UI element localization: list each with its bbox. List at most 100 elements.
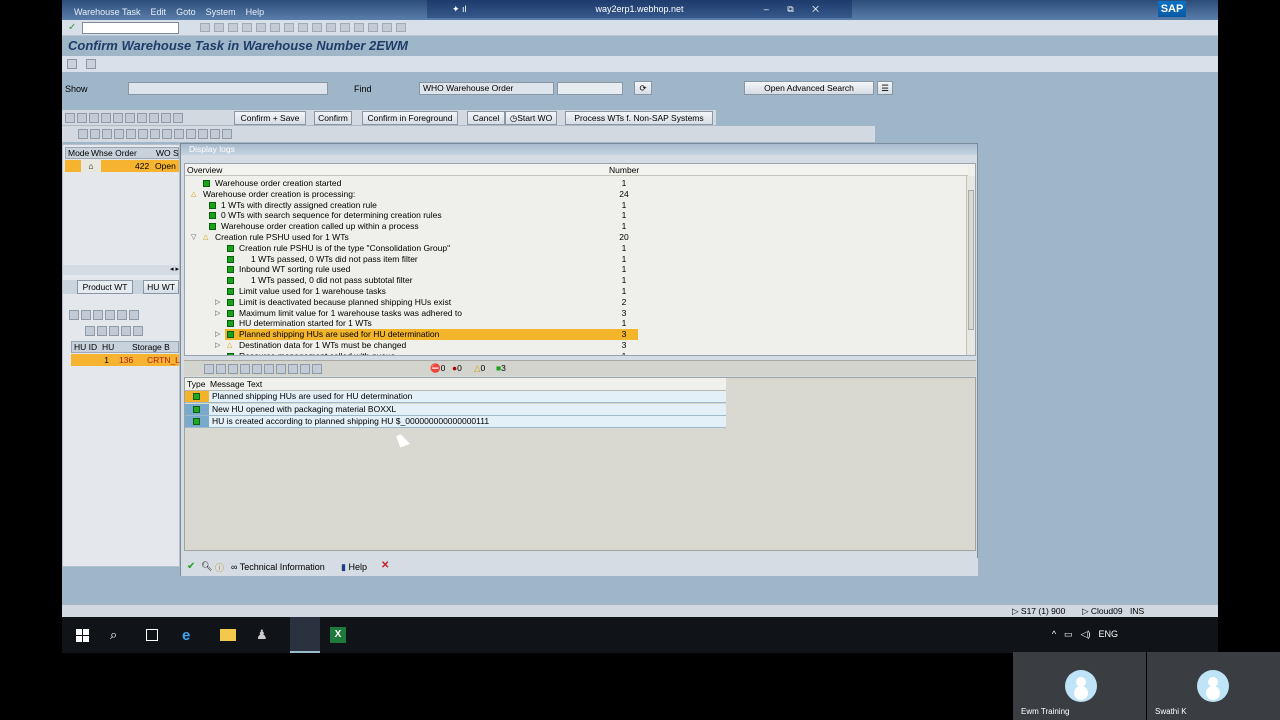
info-icon[interactable] [186, 128, 196, 139]
process-wts-button[interactable]: Process WTs f. Non-SAP Systems [565, 111, 713, 125]
collapse-icon[interactable]: ▷ [215, 329, 220, 340]
file-explorer-icon[interactable] [220, 629, 236, 641]
continue-icon[interactable]: ✔ [187, 561, 195, 572]
info-icon[interactable]: ⓘ [215, 561, 224, 574]
open-advanced-search-button[interactable]: Open Advanced Search [744, 81, 874, 95]
details-icon[interactable] [93, 309, 103, 320]
counter-red[interactable]: ●0 [452, 363, 462, 373]
subtotal-icon[interactable] [126, 128, 136, 139]
col-storage-bin[interactable]: Storage B [132, 342, 170, 352]
close-icon[interactable]: ✕ [381, 560, 389, 571]
tree-row[interactable]: Inbound WT sorting rule used 1 [185, 264, 968, 275]
tree-row[interactable]: 1 WTs passed, 0 WTs did not pass item fi… [185, 254, 968, 265]
export-icon[interactable] [288, 363, 298, 374]
pack-icon[interactable] [129, 309, 139, 320]
refresh-icon[interactable] [86, 59, 96, 69]
print-icon[interactable] [85, 325, 95, 336]
tree-row[interactable]: Creation rule PSHU is of the type "Conso… [185, 243, 968, 254]
scroll-thumb[interactable] [968, 190, 974, 330]
tree-row[interactable]: ▷ Maximum limit value for 1 warehouse tas… [185, 308, 968, 319]
tree-row[interactable]: HU determination started for 1 WTs 1 [185, 318, 968, 329]
search-settings-button[interactable]: ☰ [877, 81, 893, 95]
command-field[interactable] [82, 22, 179, 34]
col-message-text[interactable]: Message Text [210, 378, 262, 390]
up-icon[interactable] [69, 309, 79, 320]
language-indicator[interactable]: ENG [1098, 629, 1118, 640]
tree-row[interactable]: ▷ Planned shipping HUs are used for HU de… [185, 329, 968, 341]
technical-info-button[interactable]: ∞ Technical Information [231, 562, 325, 572]
cancel-button[interactable]: Cancel [467, 111, 505, 125]
help-button[interactable]: ▮ Help [341, 562, 367, 573]
tree-row[interactable]: Warehouse order creation called up withi… [185, 221, 968, 232]
tree-row[interactable]: Limit value used for 1 warehouse tasks 1 [185, 286, 968, 297]
hu-row[interactable]: 1 136 CRTN_LAI [71, 354, 188, 366]
find-next-icon[interactable] [284, 23, 294, 32]
edit-icon[interactable] [113, 112, 123, 123]
col-whse-order[interactable]: Whse Order [91, 148, 137, 158]
export-icon[interactable] [133, 325, 143, 336]
delete-icon[interactable] [149, 112, 159, 123]
tree-row[interactable]: 0 WTs with search sequence for determini… [185, 210, 968, 221]
col-wo-status[interactable]: WO S [156, 148, 179, 158]
tree-row[interactable]: 1 WTs with directly assigned creation ru… [185, 200, 968, 211]
layout-icon[interactable] [396, 23, 406, 32]
print-icon[interactable] [161, 112, 171, 123]
tree-row[interactable]: ▷ △ Destination data for 1 WTs must be cha… [185, 340, 968, 351]
volume-icon[interactable]: ◁) [1081, 629, 1091, 640]
export-icon[interactable] [150, 128, 160, 139]
message-row[interactable]: New HU opened with packaging material BO… [185, 403, 726, 416]
session-info[interactable]: ▷ S17 (1) 900 [1012, 606, 1065, 617]
copy-icon[interactable] [125, 112, 135, 123]
menu-goto[interactable]: Goto [176, 7, 196, 17]
collapse-icon[interactable]: ▷ [215, 308, 220, 319]
collapse-icon[interactable]: ▷ [215, 340, 220, 351]
layout-icon[interactable] [162, 128, 172, 139]
input-mode[interactable]: INS [1130, 606, 1144, 616]
expand-icon[interactable]: ▽ [191, 232, 196, 243]
execute-search-button[interactable]: ⟳ [634, 81, 652, 95]
filter-icon[interactable] [109, 325, 119, 336]
collapse-icon[interactable]: ▷ [215, 297, 220, 308]
details-icon[interactable] [89, 112, 99, 123]
chevron-up-icon[interactable]: ^ [1052, 629, 1056, 640]
show-dropdown[interactable] [128, 82, 328, 95]
menu-warehouse-task[interactable]: Warehouse Task [74, 7, 141, 17]
new-session-icon[interactable] [354, 23, 364, 32]
search-icon[interactable]: 🔍︎ [201, 561, 212, 572]
tree-row[interactable]: ▽ △ Creation rule PSHU used for 1 WTs 20 [185, 232, 968, 243]
message-row[interactable]: HU is created according to planned shipp… [185, 416, 726, 428]
print-icon[interactable] [204, 363, 214, 374]
start-wo-button[interactable]: ◷Start WO [505, 111, 557, 125]
tree-row[interactable]: ▷ Limit is deactivated because planned sh… [185, 297, 968, 308]
create-icon[interactable] [105, 309, 115, 320]
confirm-save-button[interactable]: Confirm + Save [234, 111, 306, 125]
col-mode[interactable]: Mode [68, 148, 89, 158]
print-preview-icon[interactable] [138, 128, 148, 139]
counter-yellow[interactable]: △0 [474, 363, 485, 374]
delete-icon[interactable] [117, 309, 127, 320]
save-layout-icon[interactable] [198, 128, 208, 139]
display-change-icon[interactable] [67, 59, 77, 69]
task-view-icon[interactable] [146, 629, 158, 641]
first-page-icon[interactable] [298, 23, 308, 32]
sort-asc-icon[interactable] [90, 128, 100, 139]
tree-row[interactable]: 1 WTs passed, 0 did not pass subtotal fi… [185, 275, 968, 286]
prev-page-icon[interactable] [312, 23, 322, 32]
hu-value[interactable]: 136 [119, 354, 133, 366]
sum-icon[interactable] [240, 363, 250, 374]
details-icon[interactable] [264, 363, 274, 374]
sort-icon[interactable] [216, 363, 226, 374]
find-icon[interactable] [270, 23, 280, 32]
col-hu[interactable]: HU [102, 342, 114, 352]
up-icon[interactable] [65, 112, 75, 123]
export-icon[interactable] [173, 112, 183, 123]
sum-icon[interactable] [121, 325, 131, 336]
confirm-button[interactable]: Confirm [314, 111, 352, 125]
find-value-input[interactable] [557, 82, 623, 95]
save-icon[interactable] [200, 23, 210, 32]
tree-row[interactable]: ▽△Warehouse order creation is processing… [185, 189, 968, 200]
next-page-icon[interactable] [326, 23, 336, 32]
tab-product-wt[interactable]: Product WT [77, 280, 133, 294]
ie-browser-icon[interactable]: e [182, 627, 198, 644]
filter-icon[interactable] [228, 363, 238, 374]
